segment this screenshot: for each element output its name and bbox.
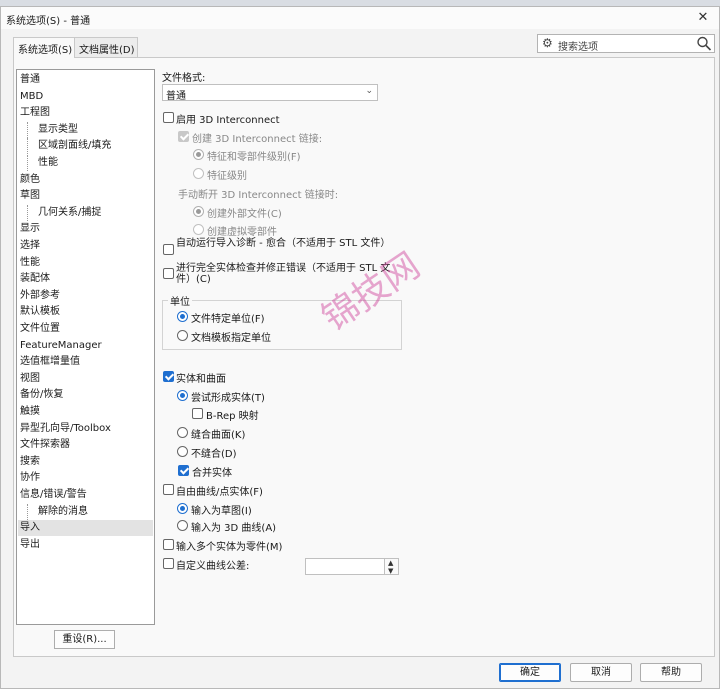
spin-up-icon[interactable]: ▲ (388, 559, 393, 567)
search-input[interactable]: ⚙ 搜索选项 (537, 34, 715, 53)
nav-item-default-templates[interactable]: 默认模板 (20, 304, 60, 320)
options-panel: 普通 MBD 工程图 显示类型 区域剖面线/填充 性能 颜色 草图 几何关系/捕… (13, 57, 715, 657)
doc-template-units-radio[interactable] (177, 330, 188, 341)
custom-curve-tolerance-checkbox[interactable] (163, 558, 174, 569)
nav-item-relations-snaps[interactable]: 几何关系/捕捉 (27, 204, 101, 221)
nav-item-display-type[interactable]: 显示类型 (27, 121, 78, 138)
file-format-value: 普通 (166, 91, 186, 102)
chevron-down-icon: ⌄ (365, 86, 373, 96)
free-curves-checkbox[interactable] (163, 484, 174, 495)
nav-item-mbd[interactable]: MBD (20, 89, 43, 105)
brep-mapping-checkbox[interactable] (192, 408, 203, 419)
nav-item-dismissed-messages[interactable]: 解除的消息 (27, 503, 88, 520)
nav-item-import[interactable]: 导入 (18, 520, 153, 537)
create-external-file-label: 创建外部文件(C) (207, 209, 282, 220)
full-entity-check-checkbox[interactable] (163, 268, 174, 279)
file-format-label: 文件格式: (162, 73, 206, 84)
nav-item-drawing-performance[interactable]: 性能 (27, 155, 58, 171)
options-dialog: 系统选项(S) - 普通 ✕ 系统选项(S) 文档属性(D) ⚙ 搜索选项 普通… (0, 6, 720, 689)
curve-tolerance-spinner[interactable]: ▲ ▼ (384, 558, 399, 575)
import-as-sketch-label: 输入为草图(I) (191, 506, 252, 517)
try-form-solid-radio[interactable] (177, 390, 188, 401)
feature-level-label: 特征级别 (207, 171, 247, 182)
import-options: 文件格式: 普通 ⌄ 启用 3D Interconnect 创建 3D Inte… (162, 58, 712, 648)
window-title: 系统选项(S) - 普通 (6, 16, 91, 27)
help-button[interactable]: 帮助 (640, 663, 702, 682)
nav-item-collaboration[interactable]: 协作 (20, 470, 40, 486)
try-form-solid-label: 尝试形成实体(T) (191, 393, 265, 404)
auto-import-diagnostics-checkbox[interactable] (163, 244, 174, 255)
manual-break-label: 手动断开 3D Interconnect 链接时: (178, 190, 339, 201)
create-virtual-component-radio (193, 224, 204, 235)
file-specific-units-label: 文件特定单位(F) (191, 314, 265, 325)
nav-item-view[interactable]: 视图 (20, 371, 40, 387)
title-bar: 系统选项(S) - 普通 ✕ (1, 7, 719, 29)
multi-body-as-parts-checkbox[interactable] (163, 539, 174, 550)
free-curves-label: 自由曲线/点实体(F) (176, 487, 263, 498)
nav-item-search[interactable]: 搜索 (20, 454, 40, 470)
no-knit-radio[interactable] (177, 446, 188, 457)
category-tree[interactable]: 普通 MBD 工程图 显示类型 区域剖面线/填充 性能 颜色 草图 几何关系/捕… (16, 69, 155, 625)
solids-surfaces-checkbox[interactable] (163, 371, 174, 382)
nav-item-featuremanager[interactable]: FeatureManager (20, 338, 102, 354)
create-3di-link-label: 创建 3D Interconnect 链接: (192, 134, 323, 145)
cancel-button[interactable]: 取消 (570, 663, 632, 682)
nav-item-touch[interactable]: 触摸 (20, 404, 40, 420)
ok-button[interactable]: 确定 (499, 663, 561, 682)
nav-item-selection[interactable]: 选择 (20, 238, 40, 254)
import-as-3d-curve-radio[interactable] (177, 520, 188, 531)
nav-item-drawings[interactable]: 工程图 (20, 105, 50, 121)
doc-template-units-label: 文档模板指定单位 (191, 333, 271, 344)
brep-mapping-label: B-Rep 映射 (206, 411, 259, 422)
multi-body-as-parts-label: 输入多个实体为零件(M) (176, 542, 283, 553)
close-button[interactable]: ✕ (691, 8, 715, 28)
knit-surfaces-label: 缝合曲面(K) (191, 430, 246, 441)
nav-item-external-references[interactable]: 外部参考 (20, 288, 60, 304)
nav-item-performance[interactable]: 性能 (20, 255, 40, 271)
create-3di-link-checkbox (178, 131, 189, 142)
nav-item-spin-box-increments[interactable]: 选值框增量值 (20, 354, 80, 370)
nav-item-display[interactable]: 显示 (20, 221, 40, 237)
reset-button[interactable]: 重设(R)... (54, 630, 115, 649)
no-knit-label: 不缝合(D) (191, 449, 237, 460)
nav-item-file-explorer[interactable]: 文件探索器 (20, 437, 70, 453)
file-format-select[interactable]: 普通 ⌄ (162, 84, 378, 102)
spin-down-icon[interactable]: ▼ (388, 567, 393, 575)
nav-item-assemblies[interactable]: 装配体 (20, 271, 50, 287)
import-as-sketch-radio[interactable] (177, 503, 188, 514)
tab-system-options[interactable]: 系统选项(S) (13, 37, 75, 58)
curve-tolerance-input[interactable] (305, 558, 385, 575)
enable-3d-interconnect-checkbox[interactable] (163, 112, 174, 123)
nav-item-file-locations[interactable]: 文件位置 (20, 321, 60, 337)
units-group-title: 单位 (168, 293, 192, 308)
nav-item-colors[interactable]: 颜色 (20, 172, 40, 188)
create-external-file-radio (193, 206, 204, 217)
merge-entities-label: 合并实体 (192, 468, 232, 479)
knit-surfaces-radio[interactable] (177, 427, 188, 438)
enable-3d-interconnect-label: 启用 3D Interconnect (176, 115, 280, 126)
gear-icon[interactable]: ⚙ (542, 36, 553, 50)
auto-import-diagnostics-label: 自动运行导入诊断 - 愈合（不适用于 STL 文件） (176, 238, 391, 249)
nav-item-sketch[interactable]: 草图 (20, 188, 40, 204)
magnifier-icon[interactable] (696, 35, 712, 52)
file-specific-units-radio[interactable] (177, 311, 188, 322)
feature-component-level-radio (193, 149, 204, 160)
feature-component-level-label: 特征和零部件级别(F) (207, 152, 301, 163)
nav-item-backup-recover[interactable]: 备份/恢复 (20, 387, 63, 403)
create-virtual-component-label: 创建虚拟零部件 (207, 227, 277, 238)
merge-entities-checkbox[interactable] (178, 465, 189, 476)
nav-item-export[interactable]: 导出 (20, 537, 40, 553)
nav-item-area-hatch[interactable]: 区域剖面线/填充 (27, 138, 111, 155)
search-placeholder: 搜索选项 (558, 42, 598, 53)
solids-surfaces-label: 实体和曲面 (176, 374, 226, 385)
custom-curve-tolerance-label: 自定义曲线公差: (176, 561, 250, 572)
nav-item-messages-errors-warnings[interactable]: 信息/错误/警告 (20, 487, 87, 503)
feature-level-radio (193, 168, 204, 179)
import-as-3d-curve-label: 输入为 3D 曲线(A) (191, 523, 277, 534)
tab-document-properties[interactable]: 文档属性(D) (74, 37, 138, 57)
nav-item-hole-wizard-toolbox[interactable]: 异型孔向导/Toolbox (20, 421, 111, 437)
nav-item-general[interactable]: 普通 (20, 72, 40, 88)
